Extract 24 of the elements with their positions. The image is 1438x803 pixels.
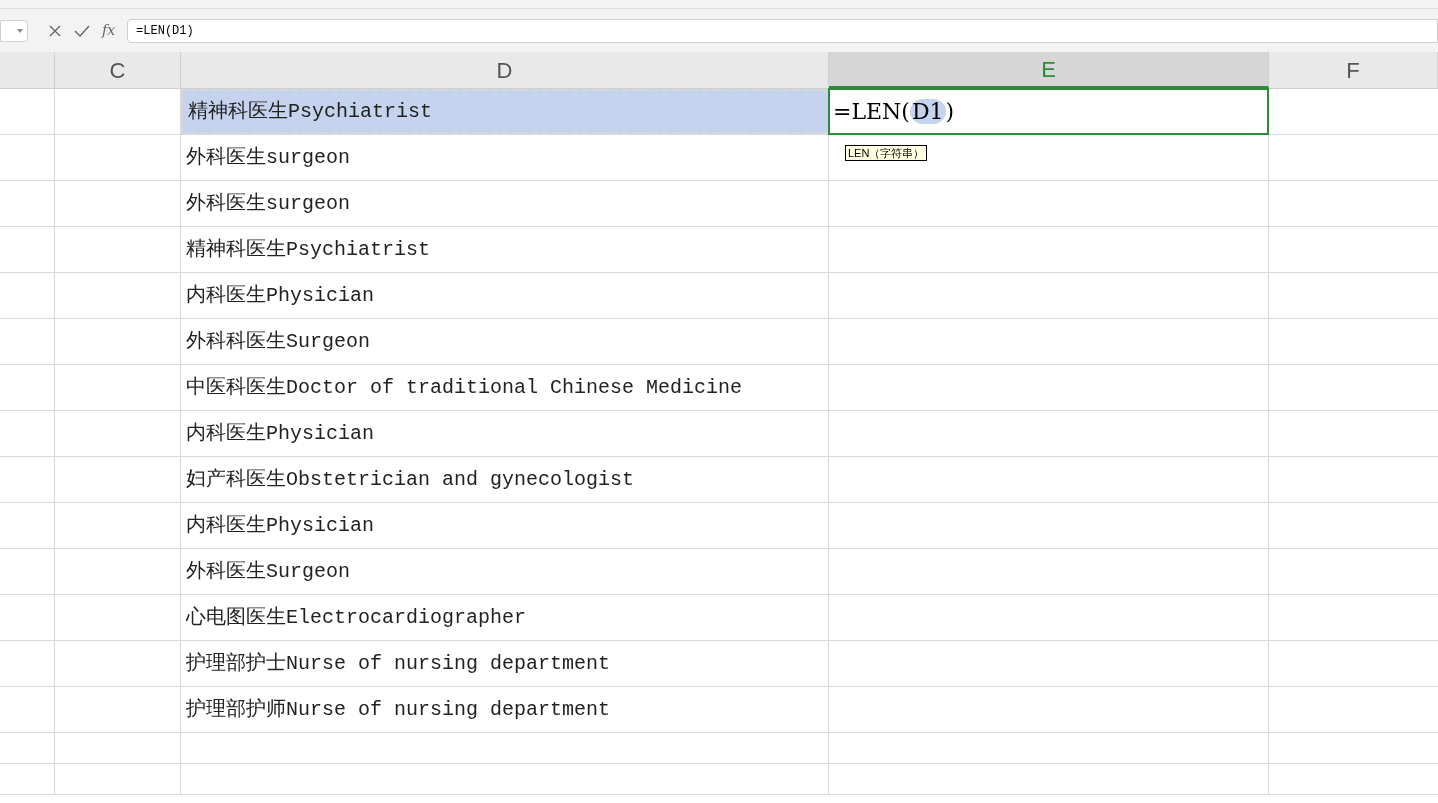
table-cell: 妇产科医生Obstetrician and gynecologist	[181, 457, 829, 502]
formula-input[interactable]: =LEN(D1)	[127, 18, 1438, 43]
formula-text: =LEN(D1)	[833, 98, 955, 126]
table-cell: 外科科医生Surgeon	[181, 319, 829, 364]
table-cell: 护理部护师Nurse of nursing department	[181, 687, 829, 732]
column-header[interactable]: F	[1269, 52, 1438, 88]
table-cell: 心电图医生Electrocardiographer	[181, 595, 829, 640]
table-cell: 外科医生surgeon	[181, 135, 829, 180]
table-cell: 精神科医生Psychiatrist	[181, 227, 829, 272]
table-cell: 外科医生surgeon	[181, 181, 829, 226]
function-tooltip: LEN（字符串）	[845, 145, 928, 161]
cancel-icon[interactable]	[48, 23, 62, 38]
editing-cell[interactable]: =LEN(D1)	[828, 88, 1269, 135]
table-cell: 内科医生Physician	[181, 273, 829, 318]
table-cell: 外科医生Surgeon	[181, 549, 829, 594]
table-cell: 精神科医生Psychiatrist	[181, 89, 829, 134]
insert-function-button[interactable]: fx	[102, 20, 116, 41]
table-cell: 内科医生Physician	[181, 411, 829, 456]
table-cell: 护理部护士Nurse of nursing department	[181, 641, 829, 686]
check-icon[interactable]	[74, 23, 90, 38]
table-cell: 内科医生Physician	[181, 503, 829, 548]
table-cell: 中医科医生Doctor of traditional Chinese Medicine	[181, 365, 829, 410]
column-header[interactable]: C	[55, 52, 181, 88]
caret-icon	[17, 28, 23, 33]
